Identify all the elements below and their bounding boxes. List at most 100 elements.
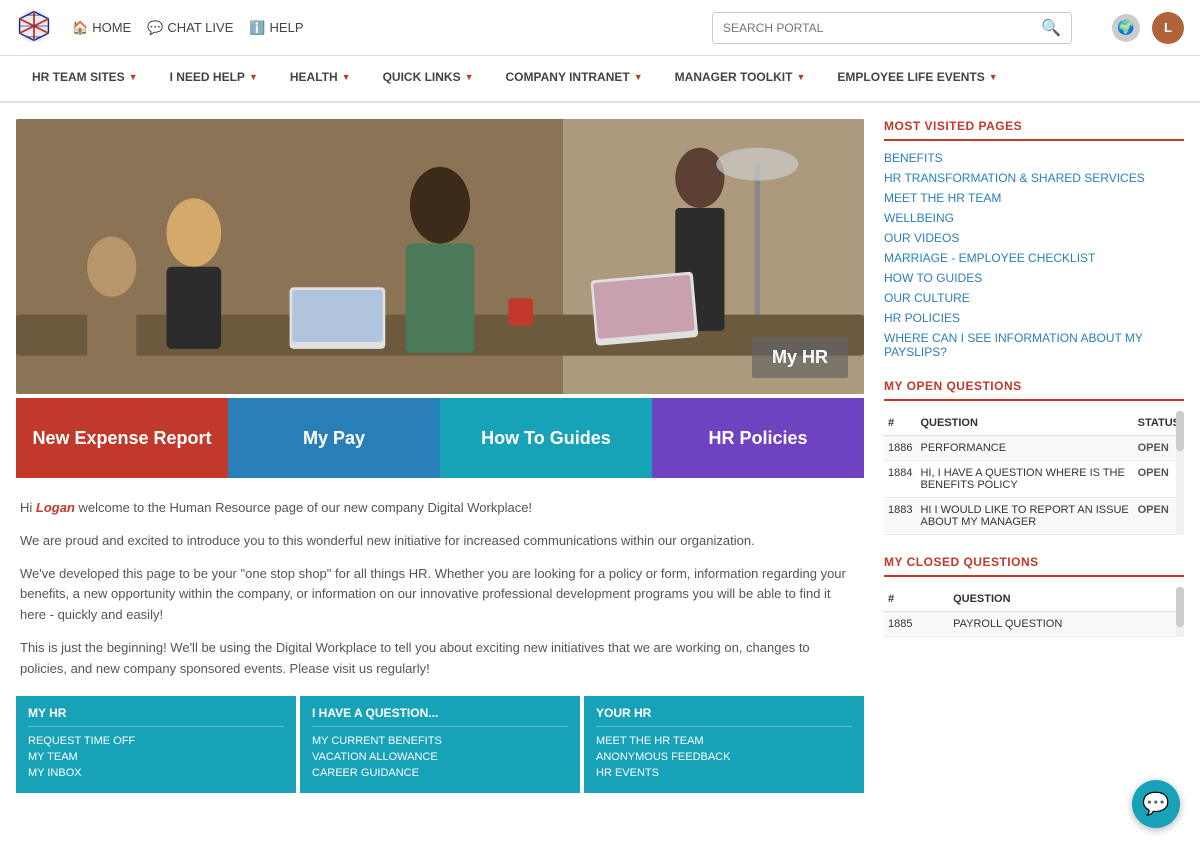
nav-label: COMPANY INTRANET [506, 70, 630, 84]
question-num: 1885 [884, 612, 949, 637]
welcome-para1: We are proud and excited to introduce yo… [20, 531, 860, 552]
most-visited-link[interactable]: MEET THE HR TEAM [884, 191, 1184, 205]
bottom-tile: YOUR HR MEET THE HR TEAM ANONYMOUS FEEDBAC… [584, 696, 864, 793]
dropdown-arrow: ▼ [634, 72, 643, 82]
nav-label: MANAGER TOOLKIT [675, 70, 793, 84]
nav-item-health[interactable]: HEALTH▼ [274, 56, 367, 101]
most-visited-link[interactable]: HR POLICIES [884, 311, 1184, 325]
table-row: 1885 PAYROLL QUESTION [884, 612, 1184, 637]
bottom-tile-header: YOUR HR [596, 706, 852, 727]
quick-tiles: New Expense Report My Pay How To GuidesHR … [16, 398, 864, 478]
dropdown-arrow: ▼ [129, 72, 138, 82]
quick-tile-new-expense-report[interactable]: New Expense Report [16, 398, 228, 478]
nav-item-i-need-help[interactable]: I NEED HELP▼ [154, 56, 274, 101]
nav-item-quick-links[interactable]: QUICK LINKS ▼ [367, 56, 490, 101]
quick-tile-label: New Expense Report [32, 428, 211, 449]
chat-bubble-icon: 💬 [1142, 791, 1169, 817]
welcome-greeting: Hi Logan welcome to the Human Resource p… [20, 498, 860, 519]
bottom-tile-link[interactable]: ANONYMOUS FEEDBACK [596, 751, 852, 763]
question-num: 1883 [884, 498, 916, 535]
bottom-tile-link[interactable]: MEET THE HR TEAM [596, 735, 852, 747]
table-row: 1884 HI, I HAVE A QUESTION WHERE IS THE … [884, 461, 1184, 498]
welcome-para2: We've developed this page to be your "on… [20, 564, 860, 626]
bottom-tile-link[interactable]: CAREER GUIDANCE [312, 767, 568, 779]
bottom-tile-header: MY HR [28, 706, 284, 727]
chat-link[interactable]: 💬 CHAT LIVE [147, 20, 233, 36]
quick-tile-label: My Pay [303, 428, 365, 449]
closed-questions-section: MY CLOSED QUESTIONS # QUESTION 1885 PAYR… [884, 555, 1184, 637]
avatar[interactable]: L [1152, 12, 1184, 44]
bottom-tile: I HAVE A QUESTION...MY CURRENT BENEFITSV… [300, 696, 580, 793]
bottom-tile-link[interactable]: MY INBOX [28, 767, 284, 779]
most-visited-link[interactable]: OUR CULTURE [884, 291, 1184, 305]
main-layout: My HR New Expense Report My Pay How To Gui… [0, 103, 1200, 809]
dropdown-arrow: ▼ [796, 72, 805, 82]
most-visited-link[interactable]: WELLBEING [884, 211, 1184, 225]
globe-icon[interactable]: 🌍 [1112, 14, 1140, 42]
open-questions-table: # QUESTION STATUS 1886 PERFORMANCE OPEN … [884, 411, 1184, 535]
nav-item-manager-toolkit[interactable]: MANAGER TOOLKIT▼ [659, 56, 822, 101]
most-visited-link[interactable]: BENEFITS [884, 151, 1184, 165]
bottom-tile-link[interactable]: REQUEST TIME OFF [28, 735, 284, 747]
quick-tile-my-pay[interactable]: My Pay [228, 398, 440, 478]
nav-label: HEALTH [290, 70, 338, 84]
question-text: HI I WOULD LIKE TO REPORT AN ISSUE ABOUT… [916, 498, 1133, 535]
open-questions-table-wrapper: # QUESTION STATUS 1886 PERFORMANCE OPEN … [884, 411, 1184, 535]
nav-label: QUICK LINKS [383, 70, 461, 84]
nav-label: HR TEAM SITES [32, 70, 125, 84]
chat-icon: 💬 [147, 20, 163, 36]
nav-item-employee-life-events[interactable]: EMPLOYEE LIFE EVENTS▼ [821, 56, 1013, 101]
question-num: 1884 [884, 461, 916, 498]
scroll-bar[interactable] [1176, 411, 1184, 535]
bottom-tile-link[interactable]: VACATION ALLOWANCE [312, 751, 568, 763]
nav-item-hr-team-sites[interactable]: HR TEAM SITES ▼ [16, 56, 154, 101]
most-visited-link[interactable]: OUR VIDEOS [884, 231, 1184, 245]
question-text: HI, I HAVE A QUESTION WHERE IS THE BENEF… [916, 461, 1133, 498]
help-link[interactable]: ℹ️ HELP [249, 20, 303, 36]
bottom-tiles: MY HR REQUEST TIME OFF MY TEAM MY INBOX I HA… [16, 696, 864, 793]
closed-questions-title: MY CLOSED QUESTIONS [884, 555, 1184, 577]
quick-tile-hr-policies[interactable]: HR Policies [652, 398, 864, 478]
closed-scroll-thumb [1176, 587, 1184, 627]
bottom-tile-link[interactable]: HR EVENTS [596, 767, 852, 779]
question-text: PERFORMANCE [916, 436, 1133, 461]
home-link[interactable]: 🏠 HOME [72, 20, 131, 36]
nav-item-company-intranet[interactable]: COMPANY INTRANET ▼ [490, 56, 659, 101]
quick-tile-how-to-guides[interactable]: How To Guides [440, 398, 652, 478]
main-content: My HR New Expense Report My Pay How To Gui… [16, 119, 884, 793]
most-visited-links: BENEFITS HR TRANSFORMATION & SHARED SERVI… [884, 151, 1184, 359]
nav-label: EMPLOYEE LIFE EVENTS [837, 70, 984, 84]
nav-bar: HR TEAM SITES▼I NEED HELP▼HEALTH▼QUICK L… [0, 56, 1200, 103]
welcome-para3: This is just the beginning! We'll be usi… [20, 638, 860, 680]
question-num: 1886 [884, 436, 916, 461]
most-visited-link[interactable]: HOW TO GUIDES [884, 271, 1184, 285]
welcome-section: Hi Logan welcome to the Human Resource p… [16, 498, 864, 680]
most-visited-link[interactable]: WHERE CAN I SEE INFORMATION ABOUT MY PAY… [884, 331, 1184, 359]
sidebar: MOST VISITED PAGES BENEFITS HR TRANSFORMA… [884, 119, 1184, 793]
open-questions-title: MY OPEN QUESTIONS [884, 379, 1184, 401]
dropdown-arrow: ▼ [465, 72, 474, 82]
most-visited-link[interactable]: HR TRANSFORMATION & SHARED SERVICES [884, 171, 1184, 185]
most-visited-link[interactable]: MARRIAGE - EMPLOYEE CHECKLIST [884, 251, 1184, 265]
chat-button[interactable]: 💬 [1132, 780, 1180, 828]
logo[interactable] [16, 8, 52, 47]
hero-image: My HR [16, 119, 864, 394]
top-bar-nav: 🏠 HOME 💬 CHAT LIVE ℹ️ HELP [72, 20, 672, 36]
col-question: QUESTION [916, 411, 1133, 436]
open-questions-section: MY OPEN QUESTIONS # QUESTION STATUS 1886… [884, 379, 1184, 535]
question-text: PAYROLL QUESTION [949, 612, 1184, 637]
help-icon: ℹ️ [249, 20, 265, 36]
closed-scroll-bar[interactable] [1176, 587, 1184, 637]
closed-col-num: # [884, 587, 949, 612]
bottom-tile-link[interactable]: MY CURRENT BENEFITS [312, 735, 568, 747]
search-input[interactable] [723, 21, 1041, 35]
table-row: 1886 PERFORMANCE OPEN [884, 436, 1184, 461]
bottom-tile-link[interactable]: MY TEAM [28, 751, 284, 763]
table-row: 1883 HI I WOULD LIKE TO REPORT AN ISSUE … [884, 498, 1184, 535]
most-visited-title: MOST VISITED PAGES [884, 119, 1184, 141]
top-bar: 🏠 HOME 💬 CHAT LIVE ℹ️ HELP 🔍 🌍 L [0, 0, 1200, 56]
top-bar-right: 🌍 L [1112, 12, 1184, 44]
scroll-thumb [1176, 411, 1184, 451]
search-icon[interactable]: 🔍 [1041, 18, 1061, 38]
closed-col-question: QUESTION [949, 587, 1184, 612]
